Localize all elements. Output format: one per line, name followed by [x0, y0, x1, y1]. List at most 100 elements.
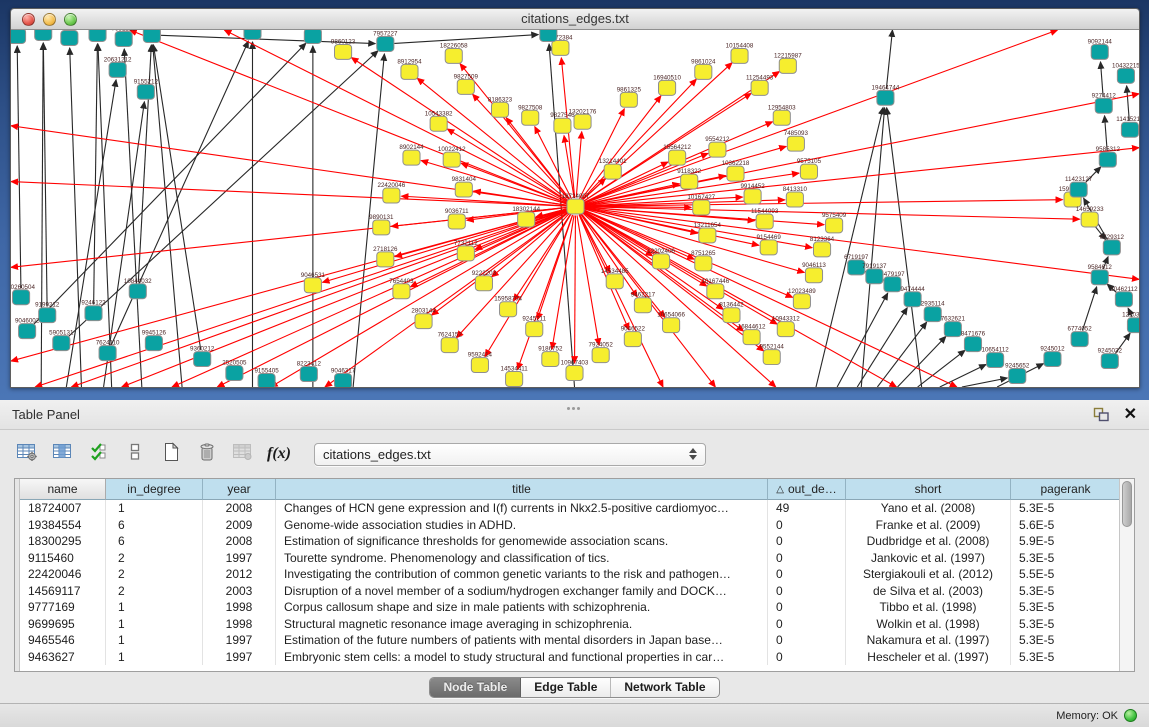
graph-node[interactable]: 10943312 — [772, 316, 800, 337]
graph-node[interactable]: 2718126 — [373, 246, 398, 267]
graph-node[interactable]: 9592414 — [468, 352, 493, 373]
graph-node[interactable]: 9245012 — [1040, 346, 1065, 367]
graph-node[interactable]: 9861024 — [691, 58, 716, 79]
table-row[interactable]: 1456911722003Disruption of a novel membe… — [20, 583, 1119, 600]
graph-node[interactable]: 9155212 — [134, 78, 159, 99]
graph-node[interactable]: 10844032 — [124, 278, 152, 299]
graph-node[interactable]: 7932212 — [112, 30, 137, 46]
table-row[interactable]: 1830029562008Estimation of significance … — [20, 533, 1119, 550]
graph-node[interactable]: 8186323 — [488, 96, 513, 117]
graph-node[interactable]: 9092144 — [1088, 38, 1113, 59]
graph-node[interactable]: 9552144 — [760, 344, 785, 365]
graph-node[interactable]: 9474410 — [85, 30, 110, 41]
table-row[interactable]: 1872400712008Changes of HCN gene express… — [20, 500, 1119, 517]
tab-edge-table[interactable]: Edge Table — [521, 678, 611, 697]
graph-node[interactable]: 10967403 — [561, 360, 589, 381]
graph-node[interactable]: 12215987 — [774, 52, 802, 73]
table-mode-button[interactable] — [12, 439, 42, 469]
graph-node[interactable]: 9554212 — [705, 136, 730, 157]
column-header-out_degree[interactable]: △out_de… — [768, 479, 846, 500]
graph-node[interactable]: 9246122 — [81, 300, 106, 321]
graph-node[interactable]: 9046522 — [621, 326, 646, 347]
delete-column-button[interactable] — [192, 439, 222, 469]
graph-node[interactable]: 20631212 — [104, 56, 132, 77]
graph-node[interactable]: 7624152 — [438, 332, 463, 353]
graph-node[interactable]: 10462112 — [1110, 286, 1138, 307]
graph-node[interactable]: 12202406 — [647, 248, 675, 269]
graph-node[interactable]: 9245211 — [522, 316, 546, 337]
graph-node[interactable]: 9046002 — [15, 318, 40, 339]
graph-node[interactable]: 2060504 — [11, 30, 30, 43]
graph-node[interactable]: 9575409 — [822, 212, 847, 233]
table-selector-dropdown[interactable]: citations_edges.txt — [314, 443, 706, 466]
scrollbar-thumb[interactable] — [1122, 481, 1132, 527]
graph-node[interactable]: 7732112 — [454, 240, 478, 261]
graph-node[interactable]: 8223412 — [297, 361, 322, 382]
graph-node[interactable]: 11415212 — [1116, 116, 1139, 137]
graph-node[interactable]: 9360212 — [190, 346, 215, 367]
float-panel-icon[interactable] — [1093, 407, 1110, 422]
close-panel-icon[interactable]: ✕ — [1124, 407, 1137, 423]
graph-node[interactable]: 10154408 — [726, 42, 754, 63]
graph-node[interactable]: 6774052 — [1067, 326, 1092, 347]
zoom-button[interactable] — [64, 13, 77, 26]
minimize-button[interactable] — [43, 13, 56, 26]
network-window-titlebar[interactable]: citations_edges.txt — [11, 9, 1139, 30]
graph-node[interactable]: 8130304 — [240, 30, 265, 39]
table-row[interactable]: 946362711997Embryonic stem cells: a mode… — [20, 649, 1119, 666]
graph-node[interactable]: 7654403 — [389, 278, 414, 299]
graph-node[interactable]: 8413310 — [783, 186, 808, 207]
graph-node[interactable]: 7957227 — [373, 31, 398, 52]
graph-node[interactable]: 10362218 — [722, 160, 750, 181]
table-vertical-scrollbar[interactable] — [1119, 479, 1134, 671]
graph-node[interactable]: 7924052 — [589, 342, 614, 363]
column-header-year[interactable]: year — [203, 479, 276, 500]
graph-node[interactable]: 9036711 — [445, 208, 469, 229]
graph-node[interactable]: 9046317 — [331, 368, 356, 387]
graph-node[interactable]: 8912954 — [397, 58, 422, 79]
graph-node[interactable]: 7624110 — [96, 340, 120, 361]
table-row[interactable]: 969969511998Structural magnetic resonanc… — [20, 616, 1119, 633]
graph-node[interactable]: 8902144 — [399, 144, 424, 165]
graph-node[interactable]: 9831404 — [452, 176, 477, 197]
graph-node[interactable]: 9245032 — [1098, 348, 1123, 369]
table-row[interactable]: 977716911998Corpus callosum shape and si… — [20, 599, 1119, 616]
graph-node[interactable]: 8751265 — [691, 250, 716, 271]
graph-node[interactable]: 10167446 — [702, 278, 730, 299]
graph-node[interactable]: 9584612 — [1088, 264, 1113, 285]
graph-node[interactable]: 11544093 — [751, 208, 779, 229]
graph-node[interactable]: 9827546 — [550, 112, 575, 133]
graph-node[interactable]: 14534411 — [500, 366, 528, 387]
graph-node[interactable]: 10543382 — [425, 110, 453, 131]
graph-node[interactable]: 2520505 — [222, 360, 247, 381]
column-header-short[interactable]: short — [846, 479, 1011, 500]
graph-node[interactable]: 9462217 — [631, 292, 656, 313]
graph-node[interactable]: 5905131 — [49, 330, 74, 351]
graph-node[interactable]: 9914452 — [740, 183, 765, 204]
close-button[interactable] — [22, 13, 35, 26]
graph-node[interactable]: 12023489 — [788, 288, 816, 309]
citation-network-graph[interactable]: 18724007 9860123 8912954 18226058 982750… — [11, 30, 1139, 387]
table-row[interactable]: 911546021997Tourette syndrome. Phenomeno… — [20, 550, 1119, 567]
graph-node[interactable]: 20260504 — [11, 284, 35, 305]
column-header-in_degree[interactable]: in_degree — [106, 479, 203, 500]
graph-node[interactable]: 9155405 — [254, 368, 279, 387]
graph-node[interactable]: 9861325 — [617, 86, 642, 107]
graph-node[interactable]: 9186752 — [538, 346, 563, 367]
table-row[interactable]: 946554611997Estimation of the future num… — [20, 632, 1119, 649]
graph-node[interactable]: 6729312 — [1100, 234, 1125, 255]
function-builder-button[interactable]: f(x) — [264, 439, 294, 469]
graph-node[interactable]: 16940510 — [653, 74, 681, 95]
panel-splitter-handle[interactable] — [566, 398, 582, 404]
graph-node[interactable]: 9118322 — [677, 168, 701, 189]
graph-node[interactable]: 15958704 — [494, 296, 522, 317]
column-header-name[interactable]: name — [20, 479, 106, 500]
graph-node[interactable]: 14659233 — [1076, 206, 1104, 227]
graph-node[interactable]: 9092103 — [31, 30, 56, 40]
graph-node[interactable]: 9245652 — [1005, 363, 1030, 384]
graph-node[interactable]: 10432215 — [1112, 62, 1139, 83]
graph-node[interactable]: 11254493 — [746, 74, 774, 95]
graph-node[interactable]: 7485093 — [784, 130, 809, 151]
graph-node[interactable]: 18226058 — [440, 42, 468, 63]
graph-node[interactable]: 9827508 — [518, 104, 543, 125]
